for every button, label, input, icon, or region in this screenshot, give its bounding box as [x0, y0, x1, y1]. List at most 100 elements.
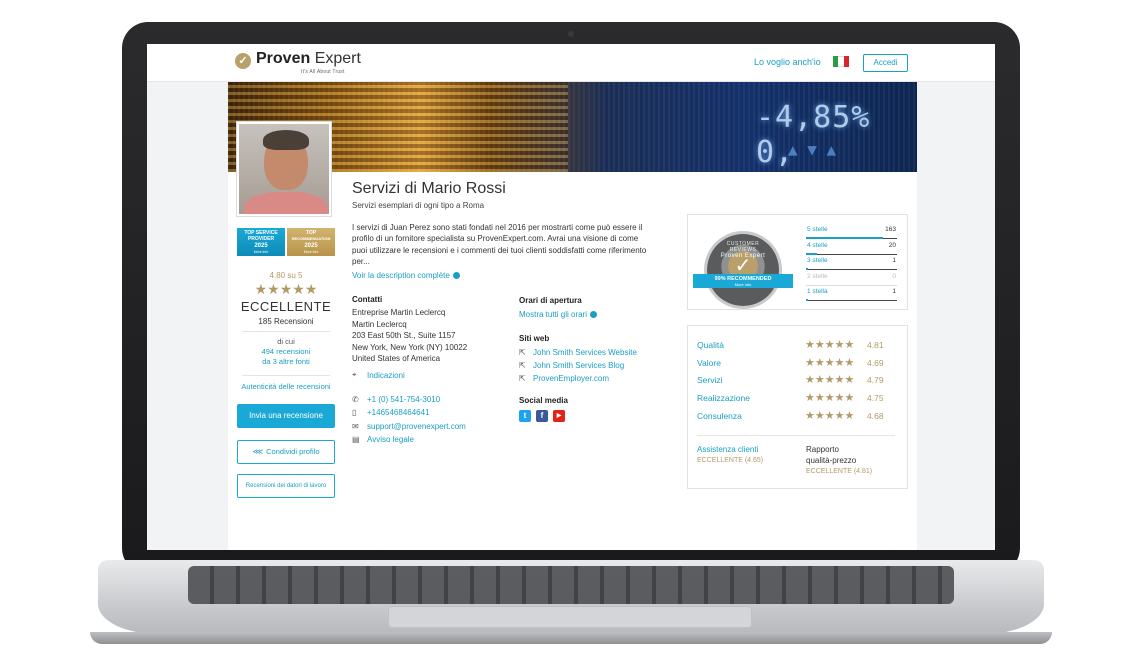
directions-label: Indicazioni [367, 370, 405, 380]
criteria-row[interactable]: Servizi ★★★★★ 4.79 [697, 374, 897, 388]
logo-check-icon: ✓ [235, 53, 251, 69]
mobile-link[interactable]: ▯ +1465468464641 [352, 408, 430, 417]
star-level-count: 163 [885, 226, 896, 233]
award-year: 2025 [304, 243, 318, 249]
websites-heading: Siti web [519, 334, 550, 343]
phone-icon: ✆ [352, 395, 359, 404]
laptop-trackpad [388, 606, 752, 628]
camera-dot [568, 31, 574, 37]
customer-service-rating[interactable]: Assistenza clienti ECCELLENTE (4.65) [697, 444, 763, 466]
value-money-label: qualità-prezzo [806, 456, 857, 465]
profile-description: I servizi di Juan Perez sono stati fonda… [352, 223, 647, 267]
star-level-label: 1 stella [807, 288, 828, 295]
email-link[interactable]: ✉ support@provenexpert.com [352, 422, 466, 431]
external-reviews-link[interactable]: 494 recensioni [237, 347, 335, 357]
criteria-row[interactable]: Realizzazione ★★★★★ 4.75 [697, 392, 897, 406]
share-label: Condividi profilo [266, 447, 320, 456]
di-cui-label: di cui [277, 337, 295, 346]
phone-label: +1 (0) 541-754-3010 [367, 395, 441, 404]
blog-link[interactable]: ⇱ John Smith Services Blog [519, 361, 624, 370]
mail-icon: ✉ [352, 422, 359, 431]
youtube-icon[interactable]: ▶ [553, 410, 565, 422]
star-distribution-row[interactable]: 4 stelle 20 [806, 240, 897, 255]
facebook-icon[interactable]: f [536, 410, 548, 422]
criteria-stars-icon: ★★★★★ [805, 374, 855, 387]
star-distribution-row[interactable]: 2 stelle 0 [806, 271, 897, 286]
criteria-value: 4.75 [867, 393, 884, 404]
criteria-row[interactable]: Consulenza ★★★★★ 4.68 [697, 410, 897, 424]
seal-arc-label: CUSTOMER REVIEWS [726, 241, 760, 253]
seal-ribbon[interactable]: 99% RECOMMENDED More info [693, 274, 793, 288]
contact-address: Entreprise Martin Leclercq Martin Lecler… [352, 307, 467, 365]
website-label: John Smith Services Website [533, 348, 637, 357]
logo-tagline: It's All About Trust [301, 69, 345, 75]
star-level-count: 1 [892, 288, 896, 295]
value-money-value: ECCELLENTE (4.81) [806, 468, 873, 475]
info-dot-icon [590, 311, 598, 318]
criteria-value: 4.68 [867, 410, 884, 421]
document-icon: ▤ [352, 435, 360, 444]
criteria-row[interactable]: Valore ★★★★★ 4.69 [697, 357, 897, 371]
profile-subtitle: Servizi esemplari di ogni tipo a Roma [352, 201, 485, 210]
award-top-service-badge[interactable]: TOP SERVICE PROVIDER 2025 More info [237, 228, 285, 256]
star-level-bar [806, 299, 808, 301]
award-more: More info [253, 250, 269, 254]
signup-link[interactable]: Lo voglio anch'io [754, 57, 821, 67]
criteria-value: 4.79 [867, 375, 884, 386]
profile-avatar [237, 122, 331, 216]
criteria-label: Qualità [697, 340, 724, 350]
info-dot-icon [452, 272, 460, 280]
provenemployer-link[interactable]: ⇱ ProvenEmployer.com [519, 374, 609, 383]
laptop-foot [90, 632, 1052, 644]
divider [697, 435, 895, 436]
reviews-count: 185 Recensioni [258, 317, 314, 326]
star-level-count: 20 [888, 241, 896, 249]
divider [242, 331, 330, 332]
rating-label: ECCELLENTE [240, 299, 332, 314]
laptop-mockup: ✓ Proven Expert It's All About Trust Lo … [0, 0, 1140, 670]
italy-flag-icon[interactable] [833, 56, 849, 67]
share-profile-button[interactable]: ⋘ Condividi profilo [237, 440, 335, 464]
criteria-label: Consulenza [697, 410, 742, 421]
email-label: support@provenexpert.com [367, 422, 466, 431]
criteria-row[interactable]: Qualità ★★★★★ 4.81 [697, 339, 897, 353]
contacts-heading: Contatti [352, 295, 383, 304]
star-distribution-row[interactable]: 3 stelle 1 [806, 255, 897, 270]
value-money-label: Rapporto [806, 445, 839, 454]
twitter-icon[interactable]: t [519, 410, 531, 422]
star-level-label: 3 stelle [807, 257, 828, 264]
external-reviews-block: di cui 494 recensioni da 3 altre fonti [237, 337, 335, 367]
review-authenticity-link[interactable]: Autenticità delle recensioni [237, 382, 335, 391]
logo-light: Expert [310, 50, 361, 67]
award-more: More info [303, 250, 319, 254]
legal-label: Avviso legale [367, 435, 414, 444]
employer-reviews-button[interactable]: Recensioni dei datori di lavoro [237, 474, 335, 498]
award-top-recommendation-badge[interactable]: TOP RECOMMENDATION 2025 More info [287, 228, 335, 256]
customer-service-label: Assistenza clienti [697, 445, 759, 454]
submit-review-button[interactable]: Invia una recensione [237, 404, 335, 428]
criteria-label: Servizi [697, 375, 723, 386]
read-more-link[interactable]: Voir la description complète [352, 271, 460, 280]
directions-link[interactable]: ⌖ Indicazioni [352, 370, 405, 380]
criteria-stars-icon: ★★★★★ [805, 409, 855, 422]
mobile-icon: ▯ [352, 408, 357, 417]
website-link[interactable]: ⇱ John Smith Services Website [519, 348, 637, 357]
site-logo[interactable]: Proven Expert [256, 50, 361, 68]
award-year: 2025 [254, 243, 268, 249]
criteria-stars-icon: ★★★★★ [805, 339, 855, 351]
show-hours-link[interactable]: Mostra tutti gli orari [519, 310, 598, 319]
rating-score: 4.80 su 5 [269, 271, 303, 280]
star-distribution-row[interactable]: 1 stella 1 [806, 286, 897, 301]
address-line: New York, New York (NY) 10022 [352, 342, 468, 352]
star-distribution-row[interactable]: 5 stelle 163 [806, 224, 897, 239]
login-button[interactable]: Accedi [863, 54, 908, 72]
address-line: 203 East 50th St., Suite 1157 [352, 331, 456, 340]
legal-notice-link[interactable]: ▤ Avviso legale [352, 435, 414, 444]
external-sources-link[interactable]: da 3 altre fonti [237, 357, 335, 367]
external-link-icon: ⇱ [519, 374, 526, 383]
banner-ticker-arrows: ▲ ▼ ▲ [788, 140, 837, 159]
criteria-stars-icon: ★★★★★ [805, 356, 855, 369]
address-line: United States of America [352, 354, 441, 363]
phone-link[interactable]: ✆ +1 (0) 541-754-3010 [352, 395, 440, 404]
criteria-value: 4.81 [867, 340, 884, 350]
